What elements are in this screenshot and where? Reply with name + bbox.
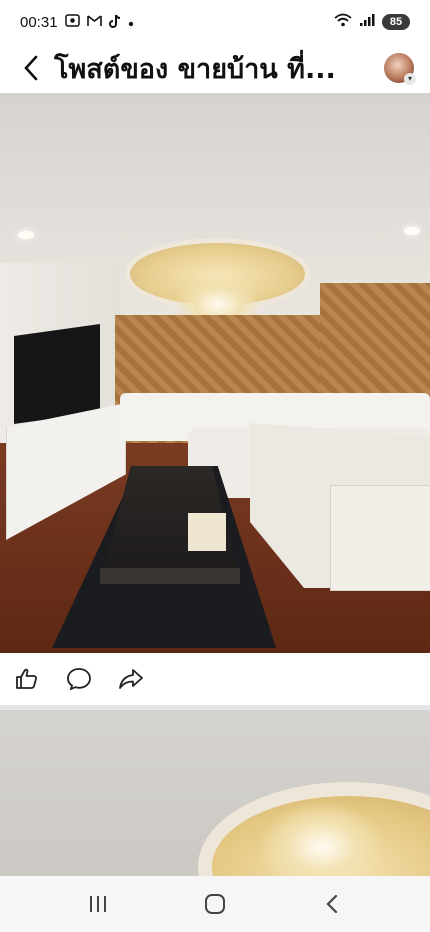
- status-bar: 00:31 85: [0, 0, 430, 44]
- tiktok-icon: [108, 14, 121, 31]
- gmail-icon: [86, 14, 102, 30]
- like-icon: [16, 668, 37, 689]
- recent-apps-icon: [90, 896, 107, 912]
- chandelier: [262, 804, 382, 876]
- wifi-icon: [334, 13, 352, 31]
- television: [14, 323, 100, 425]
- avatar[interactable]: ▾: [384, 53, 416, 85]
- downlight: [404, 227, 420, 235]
- chevron-down-icon: ▾: [404, 73, 416, 85]
- system-back-button[interactable]: [312, 884, 352, 924]
- dot-icon: [128, 14, 134, 31]
- table-items: [188, 513, 226, 551]
- post-actions: [0, 653, 430, 705]
- status-left: 00:31: [20, 14, 134, 31]
- side-table: [330, 485, 430, 591]
- status-time: 00:31: [20, 13, 58, 31]
- coffee-table-edge: [100, 568, 240, 584]
- home-button[interactable]: [195, 884, 235, 924]
- back-icon: [326, 894, 337, 914]
- share-icon: [119, 669, 143, 689]
- comment-button[interactable]: [66, 666, 92, 692]
- recent-apps-button[interactable]: [78, 884, 118, 924]
- home-icon: [204, 894, 225, 914]
- post-photo-living-room[interactable]: [0, 93, 430, 653]
- downlight: [18, 231, 34, 239]
- status-right: 85: [334, 13, 410, 31]
- system-nav-bar: [0, 876, 430, 932]
- page-title: โพสต์ของ ขายบ้าน ที่...: [54, 53, 336, 85]
- chevron-left-icon: [24, 55, 38, 81]
- post-header: โพสต์ของ ขายบ้าน ที่... ▾: [0, 44, 430, 92]
- back-button[interactable]: [16, 53, 46, 83]
- post-photo-ceiling[interactable]: [0, 710, 430, 876]
- signal-icon: [359, 13, 375, 31]
- share-button[interactable]: [118, 666, 144, 692]
- comment-icon: [67, 668, 91, 691]
- screen-record-icon: [64, 14, 80, 30]
- battery-indicator: 85: [382, 14, 410, 30]
- like-button[interactable]: [14, 666, 40, 692]
